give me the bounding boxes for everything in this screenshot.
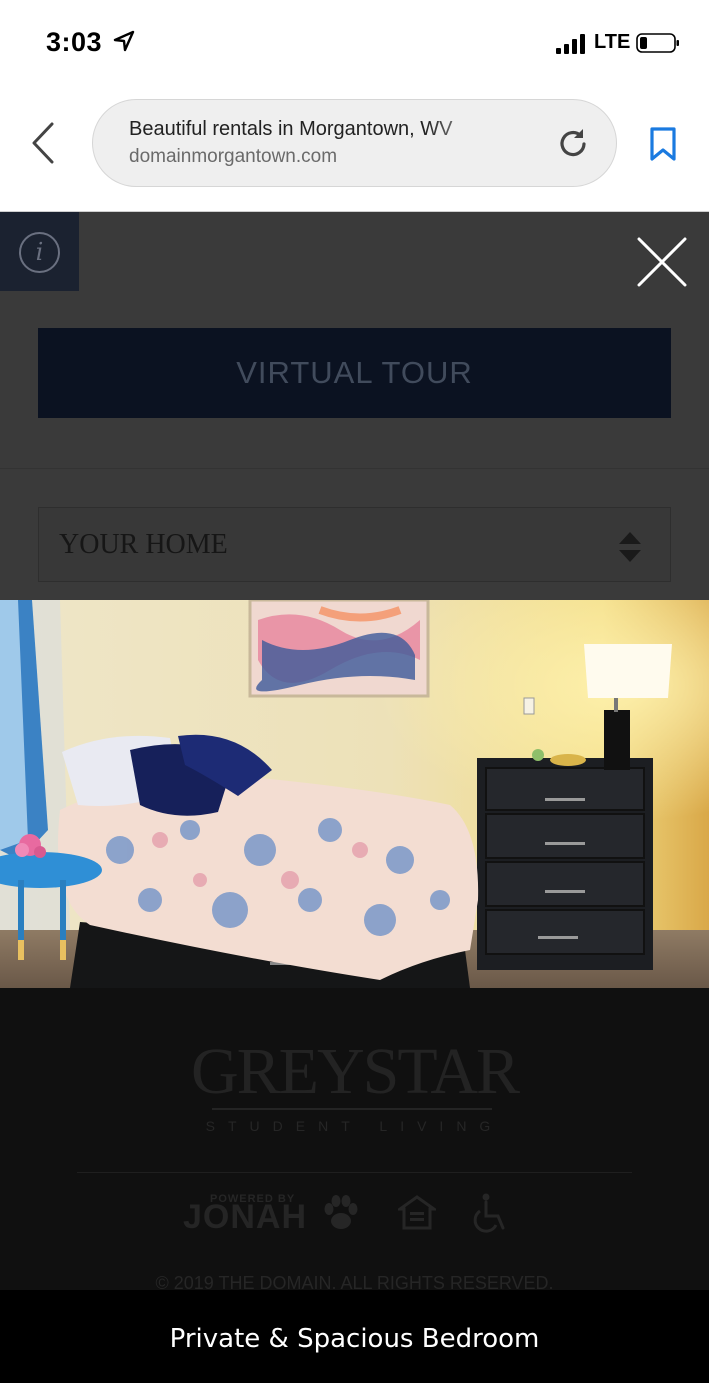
home-select[interactable]: YOUR HOME bbox=[38, 507, 671, 582]
info-button[interactable]: i bbox=[0, 212, 79, 291]
status-time: 3:03 bbox=[46, 27, 103, 57]
home-select-value: YOUR HOME bbox=[59, 529, 228, 560]
status-bar: 3:03 LTE bbox=[0, 0, 709, 90]
page-title: Beautiful rentals in Morgantown, WV bbox=[129, 118, 453, 140]
network-type: LTE bbox=[594, 31, 631, 53]
back-chevron-icon[interactable] bbox=[26, 120, 62, 166]
address-bar[interactable]: Beautiful rentals in Morgantown, WV doma… bbox=[92, 99, 617, 187]
greystar-logo: GREYSTAR bbox=[190, 1035, 520, 1108]
paw-icon bbox=[324, 1195, 358, 1229]
reload-icon[interactable] bbox=[555, 126, 591, 162]
jonah-logo[interactable]: JONAH bbox=[183, 1198, 307, 1237]
equal-housing-icon bbox=[398, 1195, 436, 1230]
battery-icon bbox=[636, 33, 679, 53]
close-icon[interactable] bbox=[636, 236, 688, 288]
virtual-tour-button[interactable]: VIRTUAL TOUR bbox=[38, 328, 671, 418]
logo-rule bbox=[212, 1108, 492, 1110]
browser-toolbar: Beautiful rentals in Morgantown, WV doma… bbox=[0, 90, 709, 212]
bedroom-photo bbox=[0, 600, 709, 988]
accessibility-icon bbox=[473, 1193, 505, 1233]
divider bbox=[0, 468, 709, 469]
page-content: i VIRTUAL TOUR YOUR HOME GREYSTAR STUDEN… bbox=[0, 212, 709, 1383]
caption-bar: Private & Spacious Bedroom bbox=[0, 1290, 709, 1383]
greystar-tagline: STUDENT LIVING bbox=[205, 1118, 504, 1134]
info-icon: i bbox=[19, 232, 60, 273]
footer-divider bbox=[77, 1172, 632, 1173]
select-arrows-icon bbox=[619, 532, 641, 562]
page-domain: domainmorgantown.com bbox=[129, 146, 338, 167]
location-arrow-icon bbox=[113, 30, 135, 52]
photo-caption: Private & Spacious Bedroom bbox=[169, 1324, 540, 1354]
signal-bars-icon bbox=[556, 34, 585, 54]
bookmark-icon[interactable] bbox=[648, 126, 678, 162]
